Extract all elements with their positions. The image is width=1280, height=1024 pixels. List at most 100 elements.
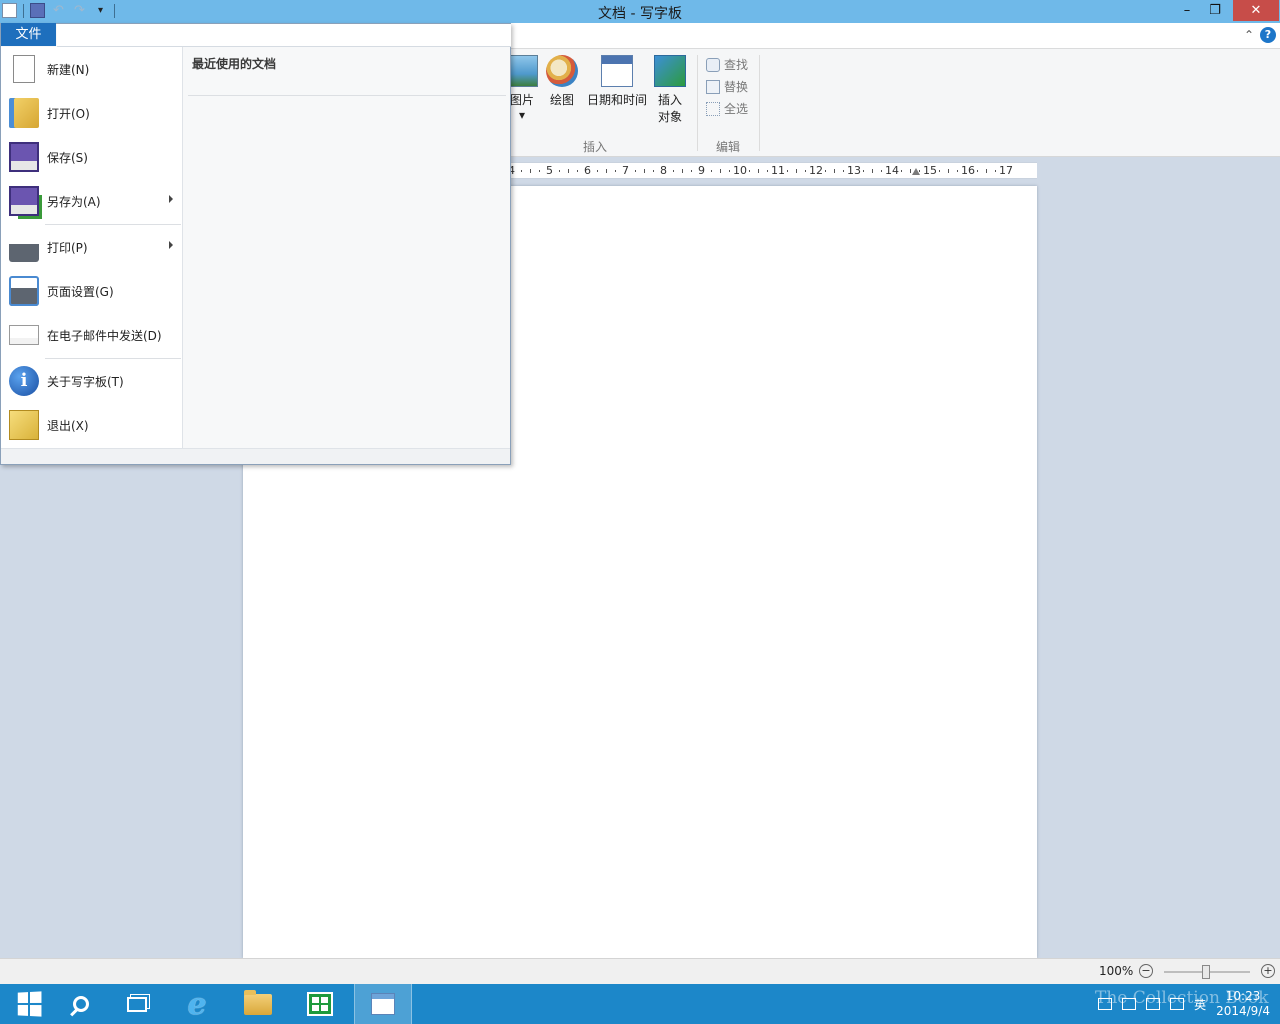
ruler-tick-mark (948, 169, 949, 173)
start-button[interactable] (0, 984, 58, 1024)
floppy-disk-icon (9, 142, 39, 172)
taskbar-task-view-button[interactable] (108, 984, 166, 1024)
ruler-tick-label: 7 (622, 164, 629, 177)
ruler-tick-label: 13 (847, 164, 861, 177)
ruler-tick-mark (691, 170, 692, 172)
ruler-tick-label: 16 (961, 164, 975, 177)
date-time-button[interactable]: 日期和时间 (587, 55, 647, 108)
menu-item-send-email-label: 在电子邮件中发送(D) (47, 328, 162, 343)
date-time-label: 日期和时间 (587, 93, 648, 107)
taskbar-explorer-button[interactable] (229, 984, 287, 1024)
ruler-tick-mark (615, 170, 616, 172)
paint-drawing-button[interactable]: 绘图 (546, 55, 578, 108)
menu-item-open[interactable]: 打开(O) (1, 91, 183, 135)
save-as-icon (9, 186, 39, 216)
ruler-tick-mark (521, 170, 522, 172)
ruler-tick-mark (577, 170, 578, 172)
menu-item-save[interactable]: 保存(S) (1, 135, 183, 179)
find-button[interactable]: 查找 (706, 56, 748, 73)
file-tab[interactable]: 文件 (1, 23, 56, 46)
ruler-tick-label: 12 (809, 164, 823, 177)
ribbon-collapse-icon[interactable]: ⌃ (1244, 28, 1254, 42)
menu-item-exit-label: 退出(X) (47, 418, 89, 433)
picture-label: 图片 (509, 93, 534, 107)
select-all-button[interactable]: 全选 (706, 100, 748, 117)
menu-item-page-setup-label: 页面设置(G) (47, 284, 114, 299)
wordpad-icon (371, 993, 395, 1015)
group-separator-end (759, 55, 760, 151)
file-menu-commands: 新建(N) 打开(O) 保存(S) 另存为(A) 打印(P) 页面设置(G) 在… (1, 47, 183, 448)
ruler-tick-mark (729, 170, 730, 172)
taskbar-wordpad-button[interactable] (354, 984, 412, 1024)
file-menu-header (57, 24, 511, 47)
ruler-tick-mark (919, 170, 920, 172)
ruler-tick-label: 8 (660, 164, 667, 177)
printer-icon (9, 232, 39, 262)
insert-object-icon (654, 55, 686, 87)
minimize-button[interactable]: – (1174, 0, 1200, 21)
zoom-in-button[interactable]: + (1261, 964, 1275, 978)
insert-object-label-2: 对象 (657, 110, 682, 124)
ruler-tick-mark (843, 170, 844, 172)
ruler-tick-label: 15 (923, 164, 937, 177)
submenu-arrow-icon (169, 195, 173, 203)
ruler-tick-mark (682, 169, 683, 173)
ruler-tick-mark (539, 170, 540, 172)
select-all-label: 全选 (724, 102, 749, 116)
menu-item-save-label: 保存(S) (47, 150, 88, 165)
group-label-edit: 编辑 (716, 140, 741, 154)
menu-item-save-as-label: 另存为(A) (47, 194, 101, 209)
ruler-tick-mark (863, 170, 864, 172)
ruler-tick-mark (881, 170, 882, 172)
palette-icon (546, 55, 578, 87)
ruler-tick-mark (901, 170, 902, 172)
menu-item-exit[interactable]: 退出(X) (1, 403, 183, 447)
menu-item-send-email[interactable]: 在电子邮件中发送(D) (1, 313, 183, 357)
taskbar: e 英 10:23 2014/9/4 (0, 984, 1280, 1024)
ruler-tick-mark (644, 169, 645, 173)
menu-item-page-setup[interactable]: 页面设置(G) (1, 269, 183, 313)
help-icon[interactable]: ? (1260, 27, 1276, 43)
title-bar: ↶ ↷ ▾ 文档 - 写字板 – ❐ ✕ (0, 0, 1280, 23)
picture-dropdown-icon: ▾ (518, 108, 526, 122)
taskbar-ie-button[interactable]: e (168, 984, 226, 1024)
ruler-tick-mark (910, 169, 911, 173)
taskbar-store-button[interactable] (291, 984, 349, 1024)
file-menu: 新建(N) 打开(O) 保存(S) 另存为(A) 打印(P) 页面设置(G) 在… (0, 23, 511, 465)
ruler-tick-mark (597, 170, 598, 172)
ruler-tick-mark (872, 169, 873, 173)
ruler-tick-mark (568, 169, 569, 173)
ruler-tick-mark (834, 169, 835, 173)
zoom-out-button[interactable]: − (1139, 964, 1153, 978)
recent-documents-panel: 最近使用的文档 (184, 47, 510, 448)
file-menu-footer (1, 448, 510, 464)
email-envelope-icon (9, 325, 39, 345)
search-icon (73, 996, 89, 1012)
insert-object-button[interactable]: 插入 对象 (654, 55, 686, 125)
menu-item-about[interactable]: i 关于写字板(T) (1, 359, 183, 403)
zoom-slider-thumb[interactable] (1202, 965, 1210, 979)
taskbar-search-button[interactable] (52, 984, 110, 1024)
ruler-tick-label: 5 (546, 164, 553, 177)
ruler-tick-label: 10 (733, 164, 747, 177)
restore-button[interactable]: ❐ (1202, 0, 1228, 21)
ruler-tick-mark (711, 170, 712, 172)
watermark-text: The Collection Book (1095, 988, 1269, 1008)
ruler-tick-mark (796, 169, 797, 173)
file-explorer-icon (244, 989, 272, 1015)
store-icon (307, 992, 333, 1016)
menu-item-save-as[interactable]: 另存为(A) (1, 179, 183, 223)
replace-label: 替换 (724, 80, 749, 94)
status-bar: 100% − + (0, 958, 1280, 984)
replace-button[interactable]: 替换 (706, 78, 748, 95)
ruler-tick-mark (720, 169, 721, 173)
close-button[interactable]: ✕ (1233, 0, 1279, 21)
menu-item-about-label: 关于写字板(T) (47, 374, 124, 389)
window-title: 文档 - 写字板 (598, 6, 682, 22)
ruler-tick-mark (606, 169, 607, 173)
menu-item-new[interactable]: 新建(N) (1, 47, 183, 91)
submenu-arrow-icon (169, 241, 173, 249)
ruler-tick-mark (957, 170, 958, 172)
menu-item-new-label: 新建(N) (47, 62, 90, 77)
menu-item-print[interactable]: 打印(P) (1, 225, 183, 269)
